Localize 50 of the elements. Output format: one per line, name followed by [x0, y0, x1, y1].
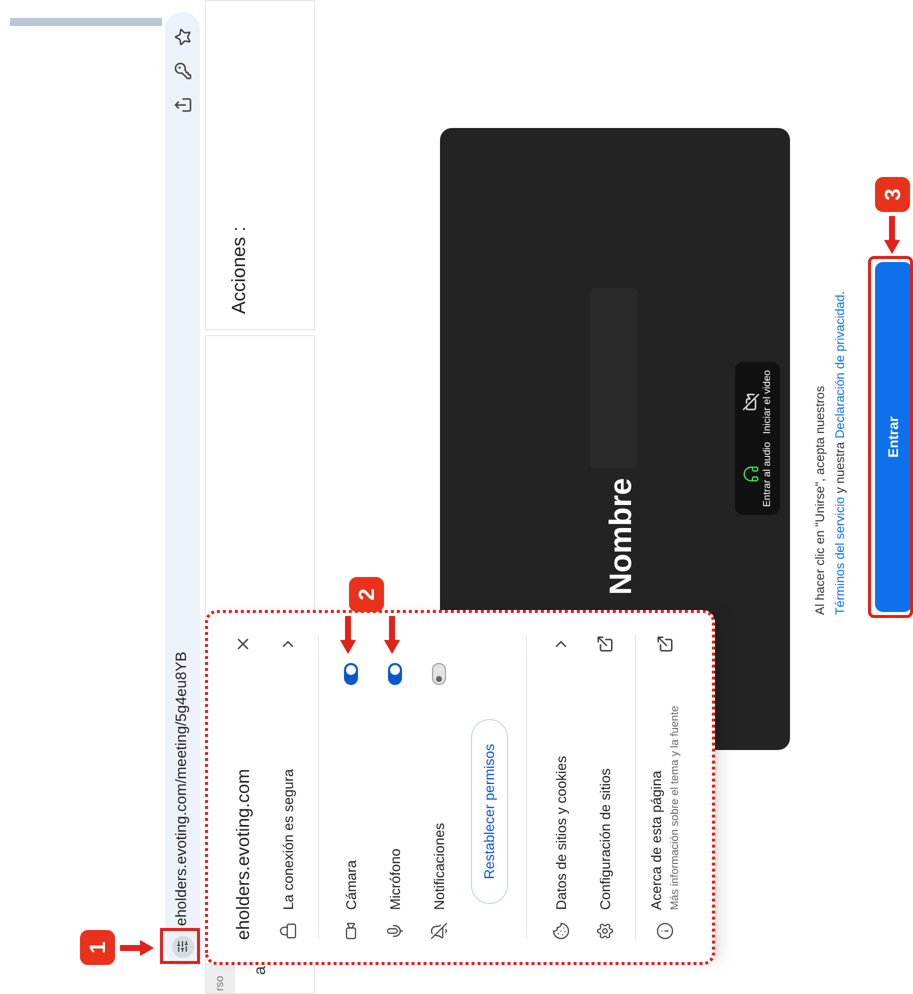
settings-link-row[interactable]: Datos de sitios y cookies	[539, 635, 583, 940]
settings-link-row[interactable]: Configuración de sitios	[583, 635, 627, 940]
share-icon[interactable]	[174, 96, 192, 114]
external-link-icon	[656, 635, 674, 653]
callout-arrow-icon	[884, 216, 900, 254]
site-settings-button[interactable]	[172, 936, 194, 958]
actions-label: Acciones :	[229, 226, 250, 314]
highlight-frame	[160, 928, 200, 964]
tune-icon	[176, 940, 189, 954]
callout-arrow-icon	[384, 616, 400, 654]
join-button[interactable]: Entrar	[875, 262, 912, 612]
star-icon[interactable]	[174, 28, 192, 46]
popup-title: eholders.evoting.com	[232, 768, 254, 940]
permission-toggle[interactable]	[344, 663, 358, 685]
step-number-badge: 2	[349, 577, 384, 612]
start-video-button[interactable]: Iniciar el video	[742, 370, 773, 434]
gear-icon	[596, 922, 614, 940]
callout-arrow-icon	[340, 616, 356, 654]
address-bar[interactable]: eholders.evoting.com/meeting/5g4eu8YB	[165, 12, 200, 966]
privacy-link[interactable]: Declaración de privacidad	[833, 294, 847, 439]
lock-icon	[279, 922, 297, 940]
card-tab-text: rso	[206, 963, 234, 993]
about-page-row[interactable]: Acerca de esta página Más información sobre el tema y la fuente	[646, 635, 684, 940]
terms-link[interactable]: Términos del servicio	[833, 496, 847, 615]
participant-name: Nombre	[602, 478, 639, 595]
scrollbar-thumb[interactable]	[10, 18, 162, 26]
permission-toggle[interactable]	[388, 663, 402, 685]
info-icon	[656, 922, 674, 940]
join-audio-button[interactable]: Entrar al audio	[742, 442, 773, 507]
reset-permissions-button[interactable]: Restablecer permisos	[471, 719, 508, 904]
step-number-badge: 1	[80, 930, 115, 965]
microphone-icon	[386, 922, 404, 940]
connection-status[interactable]: La conexión es segura	[278, 769, 298, 910]
bell-off-icon	[430, 922, 448, 940]
permission-toggle[interactable]	[432, 663, 446, 685]
headphones-icon	[742, 465, 760, 484]
callout-arrow-icon	[120, 940, 154, 956]
permission-label: Cámara	[342, 860, 360, 910]
permission-label: Micrófono	[386, 848, 404, 910]
step-number-badge: 3	[875, 177, 910, 212]
settings-link-label: Configuración de sitios	[596, 768, 614, 910]
about-subtitle: Más información sobre el tema y la fuente	[668, 706, 682, 910]
key-icon[interactable]	[174, 62, 192, 80]
url-text: eholders.evoting.com/meeting/5g4eu8YB	[172, 652, 192, 926]
about-title: Acerca de esta página	[647, 770, 665, 910]
settings-link-label: Datos de sitios y cookies	[552, 756, 570, 910]
cookie-icon	[552, 922, 570, 940]
permission-label: Notificaciones	[430, 822, 448, 910]
external-link-icon	[596, 635, 614, 653]
camera-off-icon	[742, 392, 760, 411]
